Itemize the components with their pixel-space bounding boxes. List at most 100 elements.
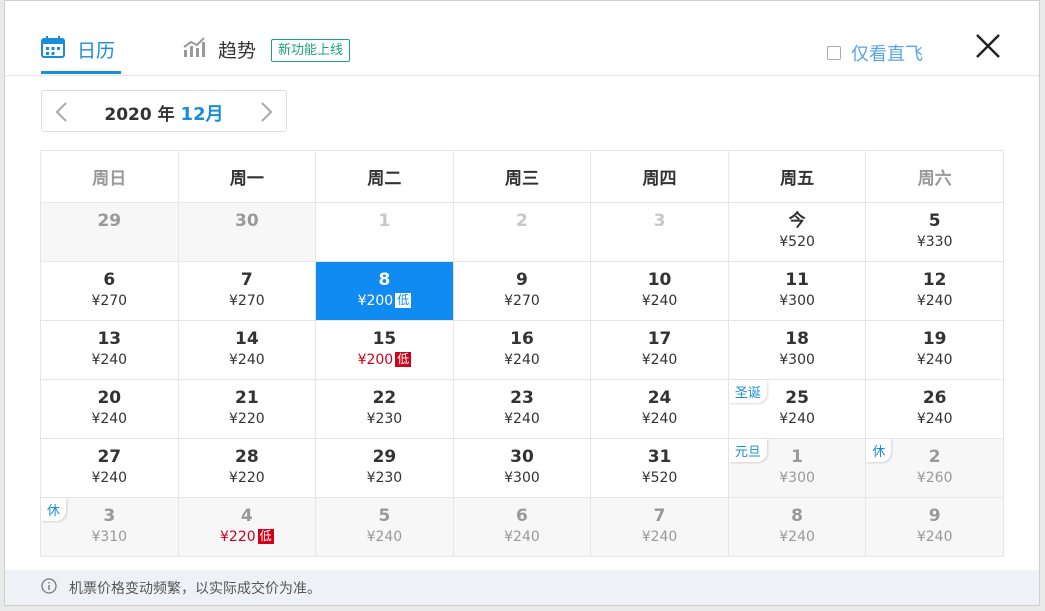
- calendar-day-cell[interactable]: 4 ¥220 低: [177, 497, 317, 557]
- day-price-row: ¥240: [729, 410, 866, 428]
- day-price: ¥240: [779, 529, 815, 545]
- calendar-day-cell[interactable]: 31 ¥520: [590, 438, 729, 498]
- tab-bar: 日历 趋势 新功能上线 仅看直飞: [5, 1, 1039, 76]
- day-price: ¥240: [504, 529, 540, 545]
- day-price: ¥220: [229, 411, 265, 427]
- day-price-row: ¥240: [866, 410, 1003, 428]
- calendar-day-cell[interactable]: 12 ¥240: [865, 261, 1004, 321]
- calendar-day-cell[interactable]: 27 ¥240: [40, 438, 179, 498]
- day-number: 7: [240, 270, 253, 290]
- footer-note-text: 机票价格变动频繁，以实际成交价为准。: [69, 580, 321, 597]
- holiday-tag: 休: [866, 439, 892, 462]
- calendar-day-cell[interactable]: 13 ¥240: [40, 320, 179, 380]
- calendar-day-cell[interactable]: 9 ¥240: [865, 497, 1004, 557]
- day-price-row: ¥240: [866, 528, 1003, 546]
- close-button[interactable]: [975, 33, 1001, 63]
- weekday-header: 周四: [590, 150, 729, 203]
- calendar-day-cell[interactable]: 7 ¥240: [590, 497, 729, 557]
- day-number: 8: [791, 506, 804, 526]
- day-price-row: ¥270: [454, 292, 591, 310]
- direct-only-checkbox[interactable]: [827, 46, 841, 60]
- calendar-day-cell[interactable]: 10 ¥240: [590, 261, 729, 321]
- calendar-week-row: 休 3 ¥310 4 ¥220 低 5 ¥240 6 ¥240 7 ¥240 8 ¥240 9 ¥240: [40, 497, 1004, 557]
- weekday-header: 周六: [865, 150, 1004, 203]
- lowest-price-badge: 低: [395, 352, 412, 367]
- holiday-tag: 休: [41, 498, 67, 521]
- day-price-row: ¥520: [591, 469, 728, 487]
- calendar-day-cell[interactable]: 5 ¥330: [865, 202, 1004, 262]
- calendar-day-cell[interactable]: 19 ¥240: [865, 320, 1004, 380]
- calendar-day-cell[interactable]: 6 ¥240: [452, 497, 592, 557]
- calendar-day-cell[interactable]: 元旦 1 ¥300: [727, 438, 867, 498]
- day-number: 10: [647, 270, 672, 290]
- calendar-day-cell[interactable]: 29 ¥230: [315, 438, 454, 498]
- day-price: ¥240: [641, 293, 678, 309]
- day-price: ¥220: [229, 470, 265, 486]
- day-number: 4: [240, 506, 253, 526]
- day-price: ¥240: [91, 411, 128, 427]
- calendar-day-cell[interactable]: 8 ¥240: [727, 497, 867, 557]
- day-price-row: ¥270: [41, 292, 178, 310]
- day-number: 30: [235, 211, 259, 231]
- calendar-day-cell[interactable]: 16 ¥240: [452, 320, 592, 380]
- day-number: 27: [97, 447, 122, 467]
- calendar-day-cell[interactable]: 21 ¥220: [177, 379, 317, 439]
- calendar-day-cell[interactable]: 11 ¥300: [727, 261, 867, 321]
- calendar-day-cell[interactable]: 24 ¥240: [590, 379, 729, 439]
- day-price: ¥310: [91, 529, 128, 545]
- tab-calendar[interactable]: 日历: [41, 36, 121, 74]
- calendar-day-cell[interactable]: 22 ¥230: [315, 379, 454, 439]
- day-price-row: ¥240: [866, 351, 1003, 369]
- day-price-row: ¥240: [41, 351, 178, 369]
- calendar-day-cell[interactable]: 26 ¥240: [865, 379, 1004, 439]
- day-number: 7: [653, 506, 666, 526]
- calendar-week-row: 29 30 1 2 3 今 ¥520 5 ¥330: [40, 202, 1004, 262]
- day-price: ¥240: [366, 529, 403, 545]
- day-price: ¥240: [504, 352, 540, 368]
- calendar-icon: [41, 36, 65, 63]
- weekday-header: 周一: [177, 150, 317, 203]
- calendar-day-cell: 3: [590, 202, 729, 262]
- day-price: ¥220: [220, 529, 256, 545]
- day-price: ¥240: [779, 411, 815, 427]
- calendar-day-cell[interactable]: 休 2 ¥260: [865, 438, 1004, 498]
- new-feature-badge: 新功能上线: [271, 39, 351, 62]
- calendar-day-cell[interactable]: 20 ¥240: [40, 379, 179, 439]
- day-price: ¥200: [357, 352, 394, 368]
- day-number: 29: [97, 211, 122, 231]
- price-calendar-modal: 日历 趋势 新功能上线 仅看直飞 2020 年 12月 周日 周一 周二 周三 …: [4, 0, 1040, 606]
- next-month-button[interactable]: [260, 102, 274, 126]
- year-value: 2020: [104, 105, 152, 125]
- calendar-day-cell[interactable]: 今 ¥520: [727, 202, 867, 262]
- day-number: 今: [788, 211, 806, 231]
- calendar-day-cell[interactable]: 14 ¥240: [177, 320, 317, 380]
- day-price: ¥230: [366, 470, 403, 486]
- day-price: ¥240: [916, 529, 953, 545]
- calendar-day-cell[interactable]: 8 ¥200 低: [315, 261, 454, 321]
- day-price-row: ¥240: [866, 292, 1003, 310]
- calendar-day-cell[interactable]: 18 ¥300: [727, 320, 867, 380]
- day-number: 3: [653, 211, 666, 231]
- calendar-day-cell: 1: [315, 202, 454, 262]
- direct-only-toggle[interactable]: 仅看直飞: [827, 40, 923, 66]
- calendar-day-cell[interactable]: 休 3 ¥310: [40, 497, 179, 557]
- calendar-day-cell[interactable]: 圣诞 25 ¥240: [727, 379, 867, 439]
- day-price-row: ¥220: [179, 410, 316, 428]
- calendar-day-cell[interactable]: 30 ¥300: [452, 438, 592, 498]
- calendar-day-cell[interactable]: 9 ¥270: [452, 261, 592, 321]
- day-number: 14: [235, 329, 259, 349]
- calendar-day-cell[interactable]: 6 ¥270: [40, 261, 179, 321]
- day-price-row: ¥270: [179, 292, 316, 310]
- calendar-day-cell[interactable]: 17 ¥240: [590, 320, 729, 380]
- calendar-day-cell[interactable]: 5 ¥240: [315, 497, 454, 557]
- calendar-day-cell[interactable]: 28 ¥220: [177, 438, 317, 498]
- day-number: 19: [922, 329, 947, 349]
- day-price: ¥240: [916, 352, 953, 368]
- calendar-day-cell[interactable]: 23 ¥240: [452, 379, 592, 439]
- calendar-day-cell[interactable]: 7 ¥270: [177, 261, 317, 321]
- day-number: 17: [647, 329, 672, 349]
- calendar-day-cell[interactable]: 15 ¥200 低: [315, 320, 454, 380]
- day-number: 29: [372, 447, 397, 467]
- current-month: 2020 年 12月: [42, 100, 286, 126]
- tab-trend[interactable]: 趋势: [182, 36, 256, 63]
